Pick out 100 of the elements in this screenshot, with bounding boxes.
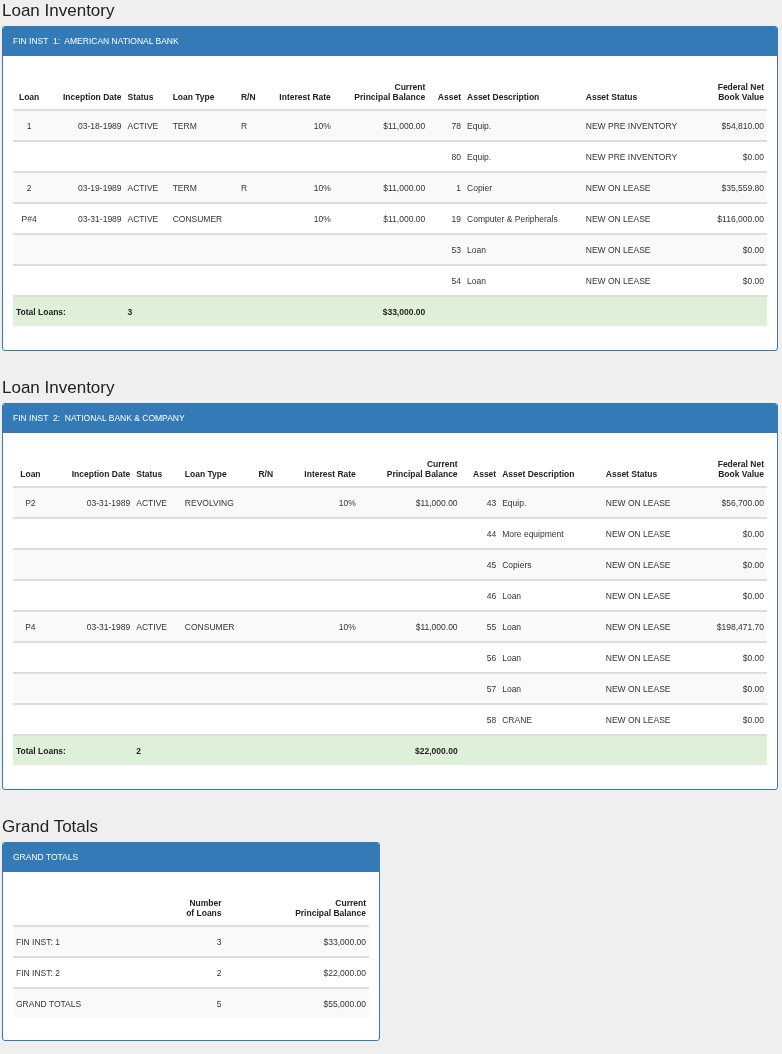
table-cell: P4 xyxy=(25,621,36,632)
section-heading: Loan Inventory xyxy=(2,0,115,22)
table-cell: 55 xyxy=(486,621,497,632)
table-cell: $55,000.00 xyxy=(323,998,366,1009)
section-heading: Grand Totals xyxy=(2,816,99,838)
column-header: Status xyxy=(136,469,163,479)
table-cell: $22,000.00 xyxy=(415,745,458,756)
table-cell: 57 xyxy=(486,683,497,694)
column-header: Loan xyxy=(20,469,41,479)
column-header: Current Principal Balance xyxy=(354,82,426,102)
table-cell: 44 xyxy=(486,528,497,539)
table-cell: $0.00 xyxy=(742,528,764,539)
table-cell: 45 xyxy=(486,559,497,570)
column-header: Federal Net Book Value xyxy=(717,82,764,102)
table-cell: REVOLVING xyxy=(184,497,234,508)
table-cell: TERM xyxy=(172,182,197,193)
table-cell: GRAND TOTALS xyxy=(16,998,82,1009)
table-cell: Equip. xyxy=(467,151,492,162)
table-cell: $0.00 xyxy=(742,559,764,570)
table-cell: $0.00 xyxy=(742,652,764,663)
table-cell: ACTIVE xyxy=(127,213,159,224)
table-cell: 3 xyxy=(127,306,133,317)
column-header: Interest Rate xyxy=(279,92,331,102)
column-header: R/N xyxy=(240,92,256,102)
table-cell: P#4 xyxy=(21,213,37,224)
table-cell: 56 xyxy=(486,652,497,663)
column-header: Asset xyxy=(437,92,461,102)
total-label: Total Loans: xyxy=(16,745,66,756)
column-header: Current Principal Balance xyxy=(386,459,458,479)
table-cell: $54,810.00 xyxy=(721,120,764,131)
table-cell: 10% xyxy=(338,497,356,508)
table-cell: $11,000.00 xyxy=(415,621,458,632)
panel-title: FIN INST 1: AMERICAN NATIONAL BANK xyxy=(3,27,777,56)
table-cell: NEW PRE INVENTORY xyxy=(585,151,678,162)
column-header: Federal Net Book Value xyxy=(717,459,764,479)
table-cell: 5 xyxy=(216,998,222,1009)
table-cell: $33,000.00 xyxy=(323,936,366,947)
table-cell: $0.00 xyxy=(742,714,764,725)
table-cell: FIN INST: 1 xyxy=(16,936,60,947)
table-cell: 10% xyxy=(313,182,331,193)
table-cell: 2 xyxy=(136,745,141,756)
column-header: Number of Loans xyxy=(186,898,222,918)
table-cell: $11,000.00 xyxy=(415,497,458,508)
table-cell: $0.00 xyxy=(742,683,764,694)
column-header: Current Principal Balance xyxy=(295,898,366,918)
table-cell: FIN INST: 2 xyxy=(16,967,60,978)
table-cell: 54 xyxy=(451,275,461,286)
column-header: Interest Rate xyxy=(304,469,356,479)
table-cell: 46 xyxy=(486,590,497,601)
table-cell: Loan xyxy=(467,244,486,255)
table-cell: 58 xyxy=(486,714,497,725)
table-cell: $35,559.80 xyxy=(721,182,764,193)
section-heading: Loan Inventory xyxy=(2,377,115,399)
table-cell: Loan xyxy=(502,652,522,663)
table-cell: 03-31-1989 xyxy=(86,497,131,508)
table-cell: More equipment xyxy=(502,528,564,539)
table-cell: NEW ON LEASE xyxy=(605,590,671,601)
table-cell: 80 xyxy=(451,151,461,162)
table-cell: 03-18-1989 xyxy=(78,120,122,131)
table-cell: NEW ON LEASE xyxy=(605,714,671,725)
table-cell: $11,000.00 xyxy=(383,182,426,193)
table-cell: Computer & Peripherals xyxy=(467,213,558,224)
table-cell: 53 xyxy=(451,244,461,255)
table-cell: 3 xyxy=(216,936,222,947)
table-cell: Equip. xyxy=(502,497,527,508)
table-cell: NEW ON LEASE xyxy=(605,621,671,632)
table-cell: 03-31-1989 xyxy=(86,621,131,632)
table-cell: Equip. xyxy=(467,120,492,131)
table-cell: NEW PRE INVENTORY xyxy=(585,120,678,131)
table-cell: 2 xyxy=(216,967,222,978)
column-header: R/N xyxy=(258,469,274,479)
table-cell: Loan xyxy=(502,683,522,694)
table-cell: R xyxy=(240,120,248,131)
table-cell: 19 xyxy=(451,213,461,224)
table-cell: $0.00 xyxy=(742,590,764,601)
column-header: Asset Description xyxy=(467,92,540,102)
table-cell: CRANE xyxy=(502,714,532,725)
table-cell: Loan xyxy=(467,275,486,286)
column-header: Inception Date xyxy=(63,92,122,102)
table-cell: $0.00 xyxy=(742,151,764,162)
table-cell: $33,000.00 xyxy=(382,306,426,317)
table-cell: 10% xyxy=(313,213,331,224)
table-cell: 10% xyxy=(313,120,331,131)
table-cell: $0.00 xyxy=(742,275,764,286)
column-header: Loan Type xyxy=(172,92,215,102)
column-header: Asset Description xyxy=(502,469,575,479)
table-cell: $56,700.00 xyxy=(721,497,764,508)
table-cell: R xyxy=(240,182,248,193)
table-cell: 1 xyxy=(456,182,461,193)
table-cell: CONSUMER xyxy=(184,621,235,632)
table-cell: P2 xyxy=(25,497,36,508)
table-cell: NEW ON LEASE xyxy=(585,182,651,193)
table-cell: NEW ON LEASE xyxy=(605,559,671,570)
panel-title: GRAND TOTALS xyxy=(3,843,379,872)
table-cell: Copier xyxy=(467,182,493,193)
table-cell: NEW ON LEASE xyxy=(585,244,651,255)
table-cell: $0.00 xyxy=(742,244,764,255)
panel-title: FIN INST 2: NATIONAL BANK & COMPANY xyxy=(3,404,777,433)
table-cell: Copiers xyxy=(502,559,532,570)
column-header: Asset xyxy=(473,469,497,479)
